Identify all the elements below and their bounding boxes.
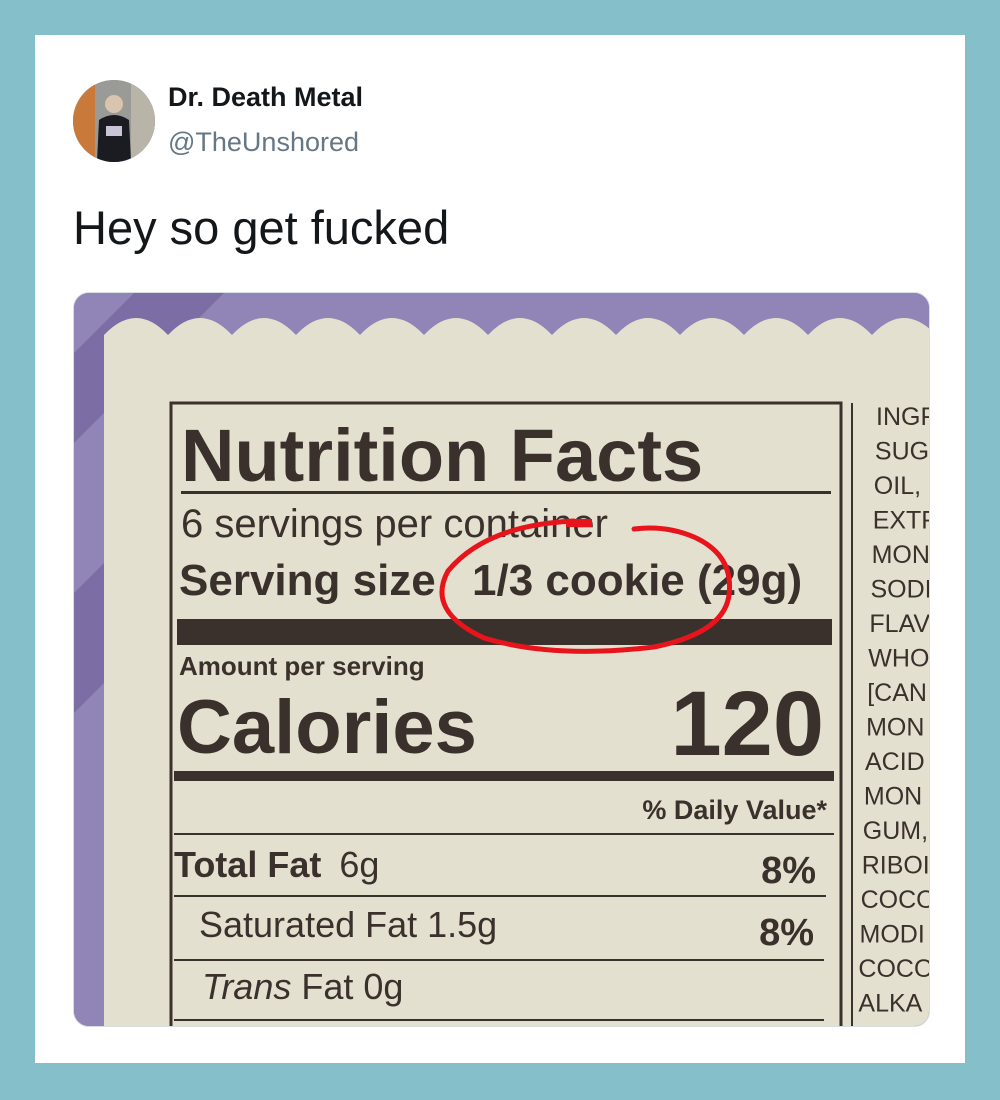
ingredient-fragment: INGF — [876, 403, 929, 431]
tweet-text: Hey so get fucked — [73, 201, 450, 254]
saturated-fat: Saturated Fat 1.5g — [199, 904, 497, 945]
nutrition-label-photo: Nutrition Facts 6 servings per container… — [74, 293, 929, 1026]
serving-size-label: Serving size — [179, 556, 436, 605]
avatar-image — [73, 80, 155, 162]
ingredient-fragment: MON — [872, 541, 929, 569]
amount-per-serving: Amount per serving — [179, 651, 425, 681]
total-fat-dv: 8% — [761, 850, 816, 892]
total-fat-amount: 6g — [339, 844, 379, 885]
label-title: Nutrition Facts — [181, 414, 703, 497]
ingredient-fragment: RIBOI — [862, 852, 929, 880]
rule — [174, 1019, 824, 1021]
calories-value: 120 — [671, 673, 825, 775]
calories-label: Calories — [177, 685, 477, 770]
trans-fat-row: Trans Fat 0g — [202, 966, 403, 1007]
ingredient-fragment: COCO, — [858, 955, 929, 983]
tweet-card: Dr. Death Metal @TheUnshored Hey so get … — [35, 35, 965, 1063]
serving-size-value: 1/3 cookie (29g) — [472, 556, 802, 605]
ingredient-fragment: COCO — [861, 886, 929, 914]
ingredient-fragment: FLAV — [869, 610, 929, 638]
medium-rule — [174, 771, 834, 781]
rule — [181, 491, 831, 494]
annotation-mark — [566, 519, 592, 527]
total-fat-label: Total Fat — [174, 844, 321, 885]
saturated-fat-dv: 8% — [759, 912, 814, 954]
ingredient-fragment: ALKA — [858, 990, 922, 1018]
author-name[interactable]: Dr. Death Metal — [168, 82, 363, 113]
ingredient-fragment: MON — [864, 783, 922, 811]
author-handle[interactable]: @TheUnshored — [168, 127, 359, 158]
ingredient-fragment: [CAN — [867, 679, 927, 707]
ingredient-fragment: OIL, — [874, 472, 921, 500]
ingredient-fragment: MON — [866, 714, 924, 742]
ingredient-fragment: SUGA — [875, 438, 929, 466]
rule — [174, 895, 826, 897]
tweet-photo[interactable]: Nutrition Facts 6 servings per container… — [73, 292, 930, 1027]
rule — [174, 833, 834, 835]
ingredient-fragment: MODI — [860, 921, 925, 949]
trans-fat-rest: Fat 0g — [291, 966, 403, 1007]
ingredient-fragment: WHO — [868, 645, 929, 673]
ingredient-fragment: EXTF — [873, 507, 929, 535]
rule — [174, 959, 824, 961]
total-fat-row: Total Fat 6g — [174, 844, 379, 885]
ingredient-fragment: GUM, — [863, 817, 928, 845]
trans-fat-word: Trans — [202, 966, 291, 1007]
ingredient-fragment: ACID — [865, 748, 925, 776]
avatar[interactable] — [73, 80, 155, 162]
daily-value-header: % Daily Value* — [642, 795, 827, 825]
ingredient-fragment: SODI — [871, 576, 930, 604]
